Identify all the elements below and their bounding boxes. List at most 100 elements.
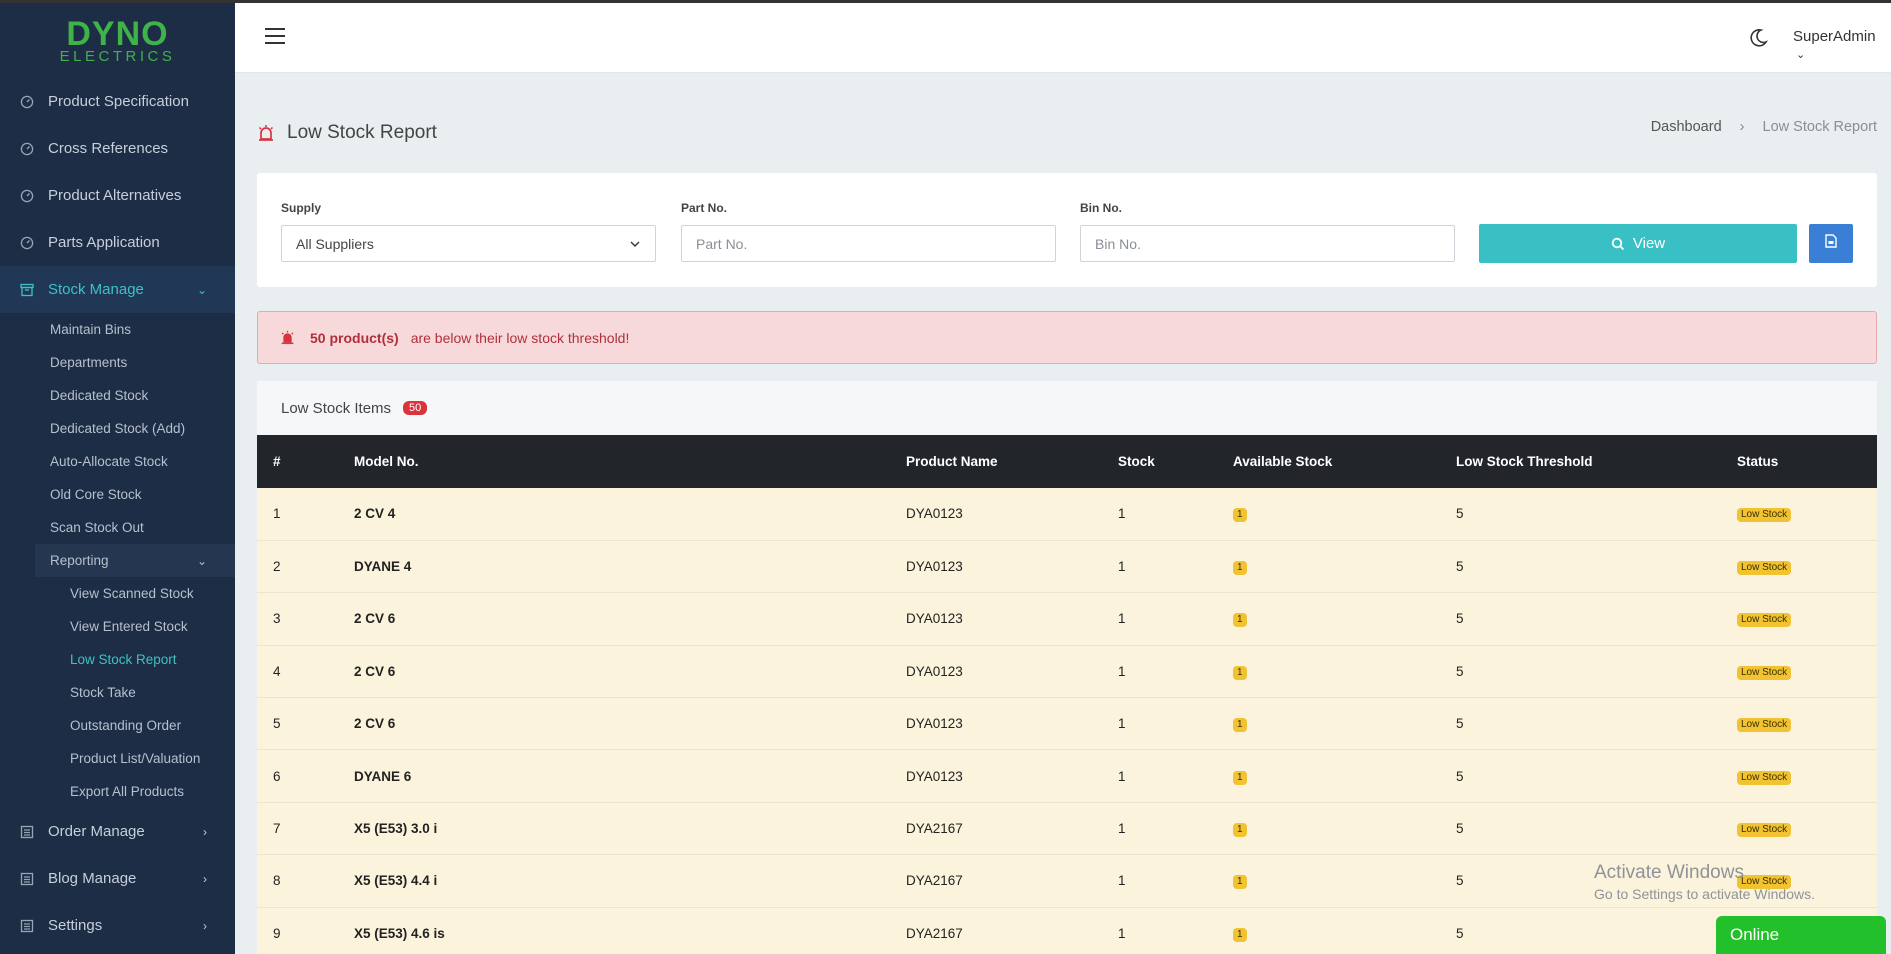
- bin-no-input[interactable]: [1095, 235, 1454, 252]
- table-row[interactable]: 2 DYANE 4 DYA0123 1 1 5 Low Stock: [257, 540, 1877, 593]
- model-no: DYANE 6: [354, 768, 412, 784]
- sidebar-item-scan-stock-out[interactable]: Scan Stock Out: [0, 511, 235, 544]
- column-header[interactable]: #: [257, 435, 354, 488]
- low-stock-threshold: 5: [1456, 768, 1464, 784]
- available-stock-badge: 1: [1233, 613, 1247, 628]
- breadcrumb: Dashboard › Low Stock Report: [1651, 119, 1877, 135]
- table-row[interactable]: 5 2 CV 6 DYA0123 1 1 5 Low Stock: [257, 697, 1877, 750]
- status-badge: Low Stock: [1737, 561, 1792, 576]
- breadcrumb-current: Low Stock Report: [1762, 119, 1877, 135]
- product-name: DYA0123: [906, 506, 963, 522]
- menu-toggle-icon[interactable]: [265, 28, 285, 46]
- alarm-icon: [257, 124, 275, 142]
- sidebar-item-stock-take[interactable]: Stock Take: [0, 676, 235, 709]
- list-icon: [20, 872, 34, 886]
- sidebar-item-old-core-stock[interactable]: Old Core Stock: [0, 478, 235, 511]
- product-name: DYA2167: [906, 821, 963, 837]
- product-name: DYA0123: [906, 768, 963, 784]
- sidebar-item-blog-manage[interactable]: Blog Manage ›: [0, 855, 235, 902]
- supplier-select[interactable]: All Suppliers: [281, 225, 656, 262]
- product-name: DYA0123: [906, 663, 963, 679]
- column-header[interactable]: Product Name: [906, 435, 1118, 488]
- online-chat-widget[interactable]: Online: [1716, 916, 1886, 954]
- table-row[interactable]: 1 2 CV 4 DYA0123 1 1 5 Low Stock: [257, 488, 1877, 541]
- status-badge: Low Stock: [1737, 665, 1792, 680]
- alert-text: are below their low stock threshold!: [410, 329, 630, 346]
- stock: 1: [1118, 663, 1126, 679]
- low-stock-threshold: 5: [1456, 716, 1464, 732]
- sidebar-item-maintain-bins[interactable]: Maintain Bins: [0, 313, 235, 346]
- card-header: Low Stock Items 50: [257, 381, 1877, 435]
- sidebar-item-cross-references[interactable]: Cross References: [0, 125, 235, 172]
- available-stock-badge: 1: [1233, 823, 1247, 838]
- sidebar-item-export-all-products[interactable]: Export All Products: [0, 775, 235, 808]
- model-no: 2 CV 4: [354, 506, 396, 522]
- sidebar-item-view-entered-stock[interactable]: View Entered Stock: [0, 610, 235, 643]
- sidebar-item-departments[interactable]: Departments: [0, 346, 235, 379]
- sidebar-item-product-alternatives[interactable]: Product Alternatives: [0, 172, 235, 219]
- table-row[interactable]: 9X5 (E53) 4.6 isDYA2167115Low Stock: [257, 907, 1877, 954]
- part-no-input[interactable]: [696, 235, 1055, 252]
- available-stock-badge: 1: [1233, 665, 1247, 680]
- status-badge: Low Stock: [1737, 770, 1792, 785]
- sidebar-item-view-scanned-stock[interactable]: View Scanned Stock: [0, 577, 235, 610]
- sidebar-item-low-stock-report[interactable]: Low Stock Report: [0, 643, 235, 676]
- chevron-right-icon: ›: [1739, 119, 1745, 135]
- stock: 1: [1118, 611, 1126, 627]
- status-badge: Low Stock: [1737, 823, 1792, 838]
- bin-no-label: Bin No.: [1080, 201, 1122, 215]
- gauge-icon: [20, 189, 34, 203]
- column-header[interactable]: Model No.: [354, 435, 906, 488]
- available-stock-badge: 1: [1233, 561, 1247, 576]
- sidebar-item-reporting[interactable]: Reporting ⌄: [35, 544, 235, 577]
- product-name: DYA2167: [906, 873, 963, 889]
- model-no: X5 (E53) 4.6 is: [354, 925, 445, 941]
- sidebar-item-dedicated-stock-add[interactable]: Dedicated Stock (Add): [0, 412, 235, 445]
- sidebar-item-parts-application[interactable]: Parts Application: [0, 219, 235, 266]
- available-stock-badge: 1: [1233, 508, 1247, 523]
- search-icon: [1611, 237, 1625, 251]
- row-number: 4: [273, 663, 281, 679]
- sidebar-item-order-manage[interactable]: Order Manage ›: [0, 808, 235, 855]
- column-header[interactable]: Available Stock: [1233, 435, 1456, 488]
- user-menu[interactable]: SuperAdmin ⌄: [1793, 28, 1891, 62]
- archive-icon: [20, 283, 34, 297]
- logo-subtext: ELECTRICS: [59, 48, 176, 65]
- table-header-row: # Model No. Product Name Stock Available…: [257, 435, 1877, 488]
- model-no: 2 CV 6: [354, 716, 396, 732]
- column-header[interactable]: Status: [1737, 435, 1877, 488]
- window-top-border: [0, 0, 1891, 3]
- breadcrumb-link-dashboard[interactable]: Dashboard: [1651, 119, 1722, 135]
- model-no: 2 CV 6: [354, 663, 396, 679]
- sidebar-item-dedicated-stock[interactable]: Dedicated Stock: [0, 379, 235, 412]
- low-stock-threshold: 5: [1456, 663, 1464, 679]
- column-header[interactable]: Stock: [1118, 435, 1233, 488]
- sidebar-item-stock-manage[interactable]: Stock Manage ⌄: [0, 266, 235, 313]
- row-number: 6: [273, 768, 281, 784]
- column-header[interactable]: Low Stock Threshold: [1456, 435, 1737, 488]
- sidebar-item-settings[interactable]: Settings ›: [0, 902, 235, 949]
- bin-no-field: [1080, 225, 1455, 262]
- table-row[interactable]: 7 X5 (E53) 3.0 i DYA2167 1 1 5 Low Stock: [257, 802, 1877, 855]
- sidebar-item-outstanding-order[interactable]: Outstanding Order: [0, 709, 235, 742]
- table-row[interactable]: 4 2 CV 6 DYA0123 1 1 5 Low Stock: [257, 645, 1877, 698]
- alert-count: 50 product(s): [310, 329, 399, 346]
- chevron-down-icon: [629, 237, 641, 249]
- view-button[interactable]: View: [1479, 224, 1797, 263]
- alarm-icon: [280, 330, 295, 345]
- gauge-icon: [20, 142, 34, 156]
- table-row[interactable]: 6 DYANE 6 DYA0123 1 1 5 Low Stock: [257, 749, 1877, 803]
- export-button[interactable]: [1809, 224, 1853, 263]
- status-badge: Low Stock: [1737, 508, 1792, 523]
- sidebar-item-product-specification[interactable]: Product Specification: [0, 78, 235, 125]
- part-no-field: [681, 225, 1056, 262]
- low-stock-threshold: 5: [1456, 611, 1464, 627]
- dark-mode-toggle-icon[interactable]: [1747, 27, 1769, 49]
- stock: 1: [1118, 768, 1126, 784]
- sidebar-item-label: Reporting: [50, 553, 109, 568]
- table-row[interactable]: 3 2 CV 6 DYA0123 1 1 5 Low Stock: [257, 592, 1877, 646]
- brand-logo[interactable]: DYNO ELECTRICS: [0, 0, 235, 78]
- sidebar-item-auto-allocate-stock[interactable]: Auto-Allocate Stock: [0, 445, 235, 478]
- sidebar-item-product-list-valuation[interactable]: Product List/Valuation: [0, 742, 235, 775]
- gauge-icon: [20, 236, 34, 250]
